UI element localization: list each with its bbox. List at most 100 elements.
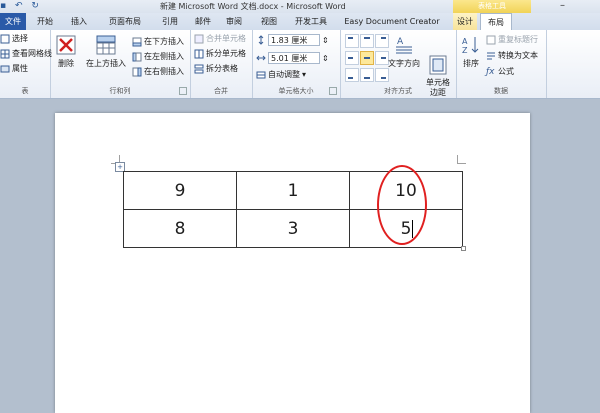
autofit-label: 自动调整 bbox=[268, 70, 300, 79]
tab-view[interactable]: 视图 bbox=[256, 13, 282, 30]
cell-width-input[interactable]: 5.01 厘米 bbox=[268, 52, 320, 64]
tab-references[interactable]: 引用 bbox=[157, 13, 183, 30]
red-circle-annotation bbox=[377, 165, 427, 245]
insert-left-button[interactable]: 在左侧插入 bbox=[132, 51, 184, 62]
convert-to-text-button[interactable]: 转换为文本 bbox=[486, 50, 538, 61]
insert-left-label: 在左侧插入 bbox=[144, 52, 184, 61]
save-icon[interactable]: ▪ bbox=[0, 1, 6, 11]
ribbon-tab-bar: 文件 开始 插入 页面布局 引用 邮件 审阅 视图 开发工具 Easy Docu… bbox=[0, 13, 600, 31]
select-button[interactable]: 选择 bbox=[0, 33, 28, 44]
align-bottom-left-button[interactable] bbox=[345, 68, 359, 82]
undo-icon[interactable]: ↶ bbox=[15, 1, 23, 11]
gridlines-icon bbox=[0, 49, 10, 59]
split-cells-button[interactable]: 拆分单元格 bbox=[194, 48, 246, 59]
formula-label: 公式 bbox=[498, 67, 514, 76]
align-middle-right-button[interactable] bbox=[375, 51, 389, 65]
tab-page-layout[interactable]: 页面布局 bbox=[103, 13, 147, 30]
cell-width-control: 5.01 厘米 ⇕ bbox=[256, 52, 329, 64]
split-table-label: 拆分表格 bbox=[206, 64, 238, 73]
tab-insert[interactable]: 插入 bbox=[66, 13, 92, 30]
tab-developer[interactable]: 开发工具 bbox=[289, 13, 333, 30]
align-bottom-center-button[interactable] bbox=[360, 68, 374, 82]
group-label-merge: 合并 bbox=[214, 87, 228, 95]
autofit-button[interactable]: 自动调整 ▾ bbox=[256, 69, 306, 80]
document-area: + 9 1 10 8 3 5 bbox=[0, 99, 600, 413]
cell-size-launcher[interactable] bbox=[329, 87, 337, 95]
formula-button[interactable]: ƒx 公式 bbox=[486, 66, 514, 77]
text-direction-button[interactable]: A 文字方向 bbox=[388, 34, 420, 69]
align-middle-left-button[interactable] bbox=[345, 51, 359, 65]
group-merge: 合并单元格 拆分单元格 拆分表格 合并 bbox=[190, 30, 253, 98]
align-top-right-button[interactable] bbox=[375, 34, 389, 48]
sort-icon: AZ bbox=[460, 34, 482, 56]
tab-layout[interactable]: 布局 bbox=[480, 13, 512, 31]
document-page[interactable]: + 9 1 10 8 3 5 bbox=[55, 113, 530, 413]
chevron-down-icon: ▾ bbox=[302, 70, 307, 79]
merge-cells-button[interactable]: 合并单元格 bbox=[194, 33, 246, 44]
tab-review[interactable]: 审阅 bbox=[221, 13, 247, 30]
cell-margins-button[interactable]: 单元格 边距 bbox=[424, 34, 452, 98]
insert-right-icon bbox=[132, 67, 142, 77]
svg-text:Z: Z bbox=[462, 46, 468, 55]
rows-columns-launcher[interactable] bbox=[179, 87, 187, 95]
view-gridlines-button[interactable]: 查看网格线 bbox=[0, 48, 52, 59]
group-label-rows-columns: 行和列 bbox=[109, 87, 131, 95]
split-table-icon bbox=[194, 64, 204, 74]
insert-right-button[interactable]: 在右侧插入 bbox=[132, 66, 184, 77]
align-bottom-right-button[interactable] bbox=[375, 68, 389, 82]
insert-above-icon bbox=[95, 34, 117, 56]
delete-label: 删除 bbox=[58, 59, 74, 68]
group-label-table: 表 bbox=[21, 87, 29, 95]
align-middle-center-button[interactable] bbox=[360, 51, 374, 65]
cell-height-input[interactable]: 1.83 厘米 bbox=[268, 34, 320, 46]
insert-above-button[interactable]: 在上方插入 bbox=[84, 34, 128, 69]
split-cells-label: 拆分单元格 bbox=[206, 49, 246, 58]
autofit-icon bbox=[256, 70, 266, 80]
tab-home[interactable]: 开始 bbox=[32, 13, 58, 30]
sort-label: 排序 bbox=[463, 59, 479, 68]
merge-cells-icon bbox=[194, 34, 204, 44]
table-cell[interactable]: 1 bbox=[236, 171, 350, 210]
properties-button[interactable]: 属性 bbox=[0, 63, 28, 74]
properties-icon bbox=[0, 64, 10, 74]
window-title: 新建 Microsoft Word 文档.docx - Microsoft Wo… bbox=[160, 2, 346, 11]
select-label: 选择 bbox=[12, 34, 28, 43]
split-table-button[interactable]: 拆分表格 bbox=[194, 63, 238, 74]
title-bar: ▪ ↶ ↻ 新建 Microsoft Word 文档.docx - Micros… bbox=[0, 0, 600, 13]
text-direction-icon: A bbox=[393, 34, 415, 56]
insert-below-button[interactable]: 在下方插入 bbox=[132, 36, 184, 47]
table-cell[interactable]: 9 bbox=[123, 171, 237, 210]
minimize-button[interactable]: – bbox=[560, 0, 565, 11]
cell-height-spinner-icon[interactable]: ⇕ bbox=[322, 36, 329, 45]
repeat-header-icon bbox=[486, 35, 496, 45]
redo-icon[interactable]: ↻ bbox=[31, 1, 39, 11]
table-tools-header: 表格工具 bbox=[453, 0, 531, 13]
insert-below-label: 在下方插入 bbox=[144, 37, 184, 46]
group-label-data: 数据 bbox=[494, 87, 508, 95]
tab-easy-document-creator[interactable]: Easy Document Creator bbox=[340, 13, 444, 30]
text-direction-label: 文字方向 bbox=[388, 59, 420, 68]
tab-design[interactable]: 设计 bbox=[453, 13, 477, 30]
align-top-center-button[interactable] bbox=[360, 34, 374, 48]
delete-button[interactable]: 删除 bbox=[54, 34, 78, 69]
svg-text:A: A bbox=[397, 37, 404, 47]
group-rows-columns: 删除 在上方插入 在下方插入 在左侧插入 在右侧插入 行和列 bbox=[50, 30, 191, 98]
table-resize-handle[interactable] bbox=[461, 246, 466, 251]
repeat-header-button[interactable]: 重复标题行 bbox=[486, 34, 538, 45]
select-icon bbox=[0, 34, 10, 44]
insert-below-icon bbox=[132, 37, 142, 47]
insert-above-label: 在上方插入 bbox=[86, 59, 126, 68]
tab-mailings[interactable]: 邮件 bbox=[190, 13, 216, 30]
table-cell[interactable]: 8 bbox=[123, 209, 237, 248]
sort-button[interactable]: AZ 排序 bbox=[459, 34, 483, 69]
align-top-left-button[interactable] bbox=[345, 34, 359, 48]
tab-file[interactable]: 文件 bbox=[0, 13, 26, 30]
cell-width-spinner-icon[interactable]: ⇕ bbox=[322, 54, 329, 63]
view-gridlines-label: 查看网格线 bbox=[12, 49, 52, 58]
group-table: 选择 查看网格线 属性 表 bbox=[0, 30, 52, 98]
table-cell[interactable]: 3 bbox=[236, 209, 350, 248]
insert-left-icon bbox=[132, 52, 142, 62]
cell-margins-icon bbox=[427, 44, 449, 75]
group-cell-size: 1.83 厘米 ⇕ 5.01 厘米 ⇕ 自动调整 ▾ 单元格大小 bbox=[252, 30, 341, 98]
delete-table-icon bbox=[55, 34, 77, 56]
